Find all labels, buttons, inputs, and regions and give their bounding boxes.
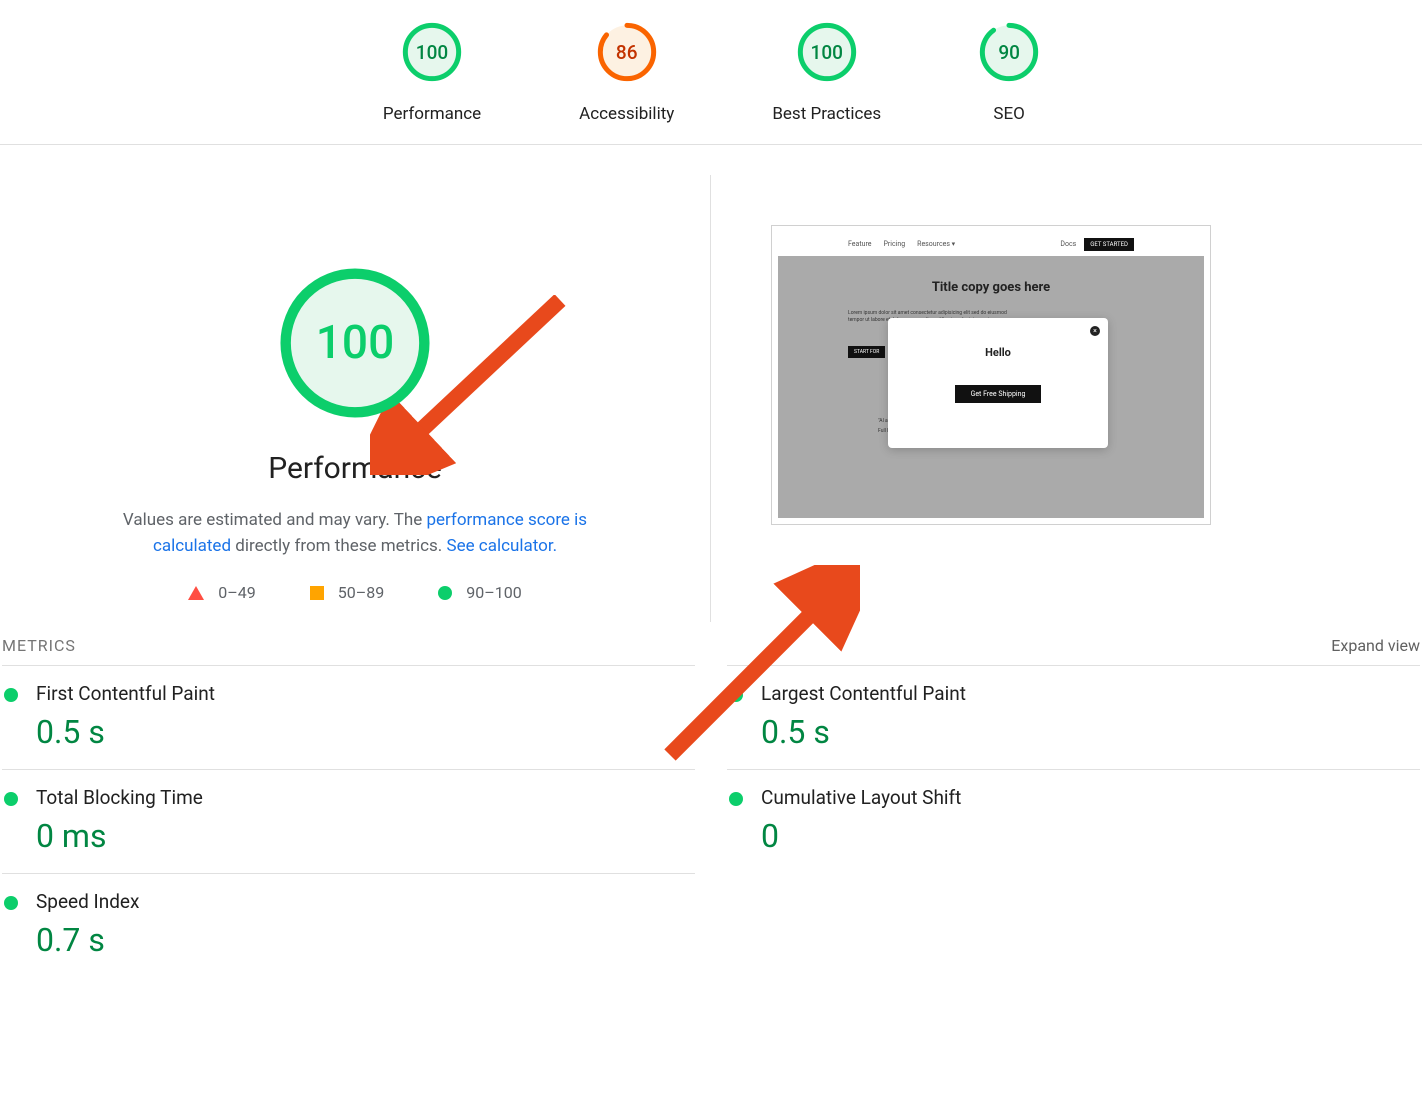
- gauge-ring: 100: [797, 22, 857, 82]
- desc-text: Values are estimated and may vary. The: [123, 510, 427, 530]
- performance-description: Values are estimated and may vary. The p…: [95, 508, 615, 559]
- metric-value: 0.5 s: [761, 713, 966, 751]
- nav-item: Feature: [848, 240, 872, 248]
- screenshot-content: Feature Pricing Resources ▾ Docs GET STA…: [778, 232, 1204, 518]
- metric-cls[interactable]: Cumulative Layout Shift 0: [727, 769, 1420, 873]
- legend-high: 90–100: [438, 583, 521, 602]
- gauge-label: Performance: [383, 104, 481, 124]
- gauge-label: SEO: [979, 104, 1039, 124]
- triangle-icon: [188, 586, 204, 600]
- gauge-ring: 90: [979, 22, 1039, 82]
- circle-icon: [729, 688, 743, 702]
- nav-item: Pricing: [884, 240, 906, 248]
- gauge-ring: 100: [402, 22, 462, 82]
- legend-label: 90–100: [466, 583, 521, 602]
- gauge-row: 100 Performance 86 Accessibility 100 Bes…: [0, 0, 1422, 145]
- nav-cta: GET STARTED: [1084, 238, 1134, 251]
- metric-name: Total Blocking Time: [36, 786, 203, 809]
- circle-icon: [4, 792, 18, 806]
- gauge-performance[interactable]: 100 Performance: [383, 22, 481, 124]
- gauge-score: 100: [797, 22, 857, 82]
- metrics-grid: First Contentful Paint 0.5 s Largest Con…: [0, 665, 1422, 977]
- performance-summary: 100 Performance Values are estimated and…: [0, 175, 711, 622]
- nav-item: Resources ▾: [917, 240, 955, 248]
- metric-name: First Contentful Paint: [36, 682, 215, 705]
- legend-label: 0–49: [218, 583, 255, 602]
- metrics-header: METRICS Expand view: [0, 622, 1422, 665]
- metric-value: 0.7 s: [36, 921, 139, 959]
- metric-value: 0: [761, 817, 961, 855]
- metric-lcp[interactable]: Largest Contentful Paint 0.5 s: [727, 665, 1420, 769]
- performance-section: 100 Performance Values are estimated and…: [0, 145, 1422, 622]
- legend-label: 50–89: [338, 583, 384, 602]
- screenshot-hero-cta: START FOR: [848, 346, 885, 358]
- metric-fcp[interactable]: First Contentful Paint 0.5 s: [2, 665, 695, 769]
- gauge-score: 86: [597, 22, 657, 82]
- legend-low: 0–49: [188, 583, 255, 602]
- legend-mid: 50–89: [310, 583, 384, 602]
- circle-icon: [4, 688, 18, 702]
- performance-big-gauge: 100: [277, 265, 433, 421]
- gauge-best-practices[interactable]: 100 Best Practices: [772, 22, 881, 124]
- gauge-seo[interactable]: 90 SEO: [979, 22, 1039, 124]
- metric-si[interactable]: Speed Index 0.7 s: [2, 873, 695, 977]
- circle-icon: [438, 586, 452, 600]
- screenshot-panel: Feature Pricing Resources ▾ Docs GET STA…: [711, 175, 1422, 622]
- square-icon: [310, 586, 324, 600]
- expand-view-button[interactable]: Expand view: [1331, 636, 1420, 655]
- metric-value: 0.5 s: [36, 713, 215, 751]
- see-calculator-link[interactable]: See calculator.: [446, 536, 557, 556]
- close-icon: ×: [1090, 326, 1100, 336]
- screenshot-hero-title: Title copy goes here: [778, 280, 1204, 295]
- performance-title: Performance: [30, 451, 680, 486]
- gauge-label: Accessibility: [579, 104, 674, 124]
- gauge-ring: 86: [597, 22, 657, 82]
- gauge-score: 90: [979, 22, 1039, 82]
- page-screenshot[interactable]: Feature Pricing Resources ▾ Docs GET STA…: [771, 225, 1211, 525]
- metric-name: Speed Index: [36, 890, 139, 913]
- gauge-label: Best Practices: [772, 104, 881, 124]
- modal-button: Get Free Shipping: [955, 385, 1041, 403]
- circle-icon: [4, 896, 18, 910]
- metric-name: Cumulative Layout Shift: [761, 786, 961, 809]
- gauge-accessibility[interactable]: 86 Accessibility: [579, 22, 674, 124]
- metric-tbt[interactable]: Total Blocking Time 0 ms: [2, 769, 695, 873]
- circle-icon: [729, 792, 743, 806]
- performance-big-score: 100: [277, 265, 433, 421]
- modal-title: Hello: [888, 346, 1108, 359]
- gauge-score: 100: [402, 22, 462, 82]
- screenshot-nav: Feature Pricing Resources ▾ Docs GET STA…: [778, 232, 1204, 256]
- screenshot-modal: × Hello Get Free Shipping: [888, 318, 1108, 448]
- nav-item: Docs: [1060, 240, 1076, 248]
- desc-text: directly from these metrics.: [231, 536, 446, 556]
- metric-value: 0 ms: [36, 817, 203, 855]
- metrics-heading: METRICS: [2, 636, 76, 655]
- score-legend: 0–49 50–89 90–100: [30, 583, 680, 602]
- metric-name: Largest Contentful Paint: [761, 682, 966, 705]
